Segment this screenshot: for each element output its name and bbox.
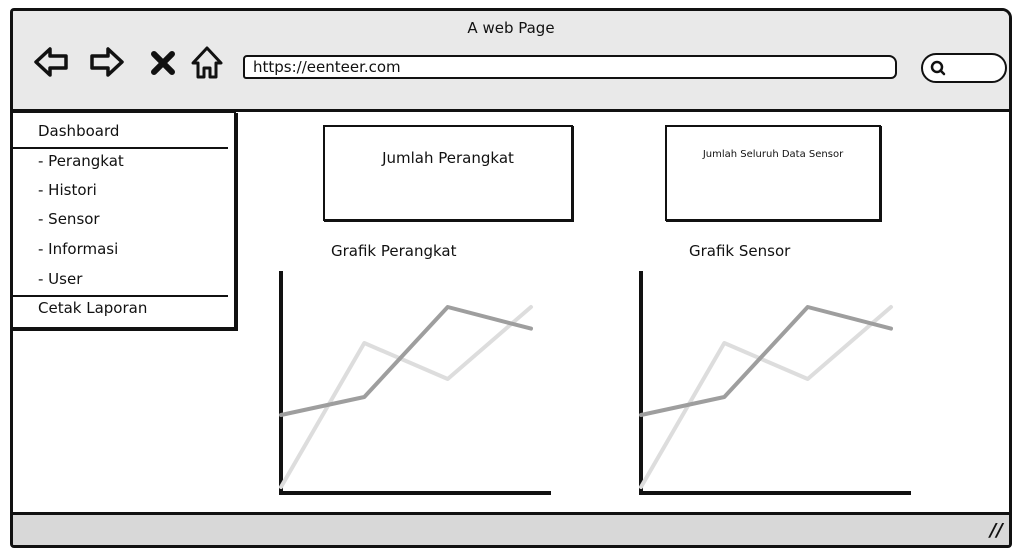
sidebar-item-informasi[interactable]: - Informasi — [38, 240, 118, 258]
close-icon — [151, 51, 175, 75]
stop-button[interactable] — [145, 44, 181, 80]
arrow-left-icon — [34, 47, 68, 77]
address-bar[interactable]: https://eenteer.com — [243, 55, 897, 79]
resize-grip-icon[interactable]: // — [990, 520, 1003, 541]
line-chart-sensor — [639, 271, 911, 495]
stat-box-label: Jumlah Seluruh Data Sensor — [702, 149, 844, 160]
sidebar-divider — [13, 295, 228, 297]
browser-window: A web Page https://eenteer.com Dashboard… — [10, 8, 1012, 548]
sidebar-divider — [13, 147, 228, 149]
browser-toolbar: A web Page https://eenteer.com — [13, 11, 1009, 112]
series-line-2 — [279, 305, 533, 489]
arrow-right-icon — [90, 47, 124, 77]
sidebar-item-perangkat[interactable]: - Perangkat — [38, 152, 124, 170]
status-bar: // — [13, 512, 1009, 545]
back-button[interactable] — [33, 44, 69, 80]
home-button[interactable] — [189, 44, 225, 80]
stat-box-jumlah-perangkat: Jumlah Perangkat — [323, 125, 573, 221]
forward-button[interactable] — [89, 44, 125, 80]
stat-box-label: Jumlah Perangkat — [382, 149, 514, 167]
chart-title: Grafik Sensor — [689, 242, 791, 260]
line-chart-perangkat — [279, 271, 551, 495]
home-icon — [191, 46, 223, 79]
window-title: A web Page — [467, 19, 555, 37]
sidebar-menu: Dashboard - Perangkat - Histori - Sensor… — [13, 111, 236, 329]
search-icon — [930, 60, 946, 76]
chart-title: Grafik Perangkat — [331, 242, 457, 260]
sidebar-item-histori[interactable]: - Histori — [38, 181, 97, 199]
search-input[interactable] — [921, 53, 1007, 83]
sidebar-item-user[interactable]: - User — [38, 270, 82, 288]
sidebar-item-sensor[interactable]: - Sensor — [38, 210, 100, 228]
sidebar-item-cetak-laporan[interactable]: Cetak Laporan — [38, 299, 147, 317]
series-line-2 — [639, 305, 893, 489]
stat-box-jumlah-data-sensor: Jumlah Seluruh Data Sensor — [665, 125, 881, 221]
sidebar-item-dashboard[interactable]: Dashboard — [38, 122, 119, 140]
